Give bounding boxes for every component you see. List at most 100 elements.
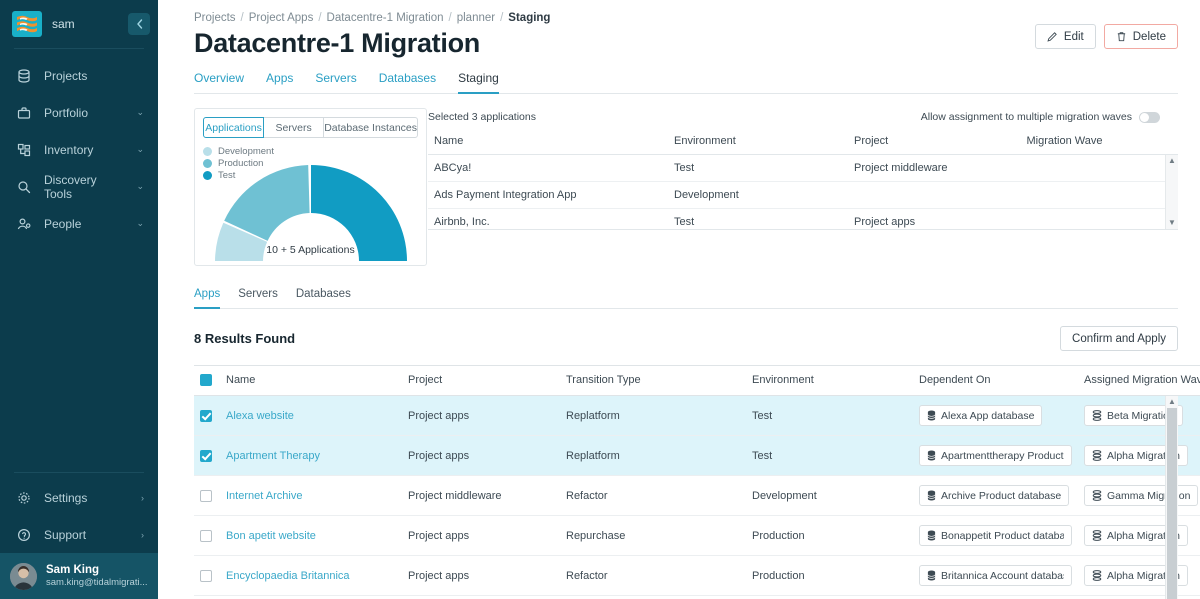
sidebar-collapse-button[interactable] (128, 13, 150, 35)
sidebar-item-support[interactable]: Support › (0, 516, 158, 553)
chart-center-label: 10 + 5 Applications (266, 244, 355, 256)
people-icon (16, 216, 32, 232)
selected-applications-toolbar: Selected 3 applications Allow assignment… (428, 108, 1178, 126)
migration-wave-icon (1092, 450, 1102, 461)
dependency-pill[interactable]: Apartmenttherapy Product data (919, 445, 1072, 467)
sidebar-item-inventory[interactable]: Inventory ⌄ (0, 131, 158, 168)
migration-wave-icon (1092, 570, 1102, 581)
trash-icon (1117, 32, 1125, 42)
legend-label: Development (218, 145, 274, 157)
multi-wave-toggle[interactable] (1139, 111, 1160, 123)
dependency-pill[interactable]: Alexa App database (919, 405, 1043, 427)
sidebar-item-label: People (44, 216, 82, 231)
cell-select (194, 515, 220, 557)
cell-name: Apartment Therapy (220, 435, 402, 477)
delete-button[interactable]: Delete (1103, 24, 1178, 49)
cell-dependent-on: Archive Product database (913, 475, 1078, 517)
apps-grid-scrollbar[interactable]: ▲ (1165, 396, 1178, 599)
confirm-and-apply-button[interactable]: Confirm and Apply (1060, 326, 1178, 351)
sidebar-item-discovery-tools[interactable]: Discovery Tools ⌄ (0, 168, 158, 205)
table-row[interactable]: Bon apetit website Project apps Repurcha… (194, 515, 1200, 557)
row-checkbox[interactable] (200, 529, 212, 542)
app-link[interactable]: Encyclopaedia Britannica (226, 570, 350, 582)
edit-button[interactable]: Edit (1034, 24, 1096, 49)
sidebar-item-people[interactable]: People ⌄ (0, 205, 158, 242)
dependency-pill[interactable]: Archive Product database (919, 485, 1070, 507)
tab-overview[interactable]: Overview (194, 71, 244, 94)
pencil-icon (1047, 32, 1057, 42)
row-checkbox[interactable] (200, 409, 212, 422)
subtab-apps[interactable]: Apps (194, 288, 221, 309)
table-row[interactable]: Ads Payment Integration App Development (428, 181, 1178, 209)
scroll-up-icon[interactable]: ▲ (1168, 155, 1176, 167)
app-link[interactable]: Alexa website (226, 410, 294, 422)
app-link[interactable]: Bon apetit website (226, 530, 316, 542)
breadcrumb-separator: / (240, 12, 244, 24)
select-all-checkbox[interactable] (200, 374, 212, 387)
app-link[interactable]: Apartment Therapy (226, 450, 320, 462)
sidebar-item-projects[interactable]: Projects (0, 57, 158, 94)
cell-transition-type: Replatform (560, 435, 746, 477)
apps-grid: Name Project Transition Type Environment… (194, 364, 1200, 597)
table-row[interactable]: Internet Archive Project middleware Refa… (194, 475, 1200, 517)
dependency-pill[interactable]: Britannica Account database (919, 565, 1072, 587)
briefcase-icon (16, 105, 32, 121)
app-link[interactable]: Internet Archive (226, 490, 302, 502)
segment-database-instances[interactable]: Database Instances (323, 117, 418, 138)
sidebar-item-label: Portfolio (44, 105, 89, 120)
scrollbar-thumb[interactable] (1167, 408, 1177, 599)
table-row[interactable]: Alexa website Project apps Replatform Te… (194, 395, 1200, 437)
segment-servers[interactable]: Servers (263, 117, 325, 138)
tab-staging[interactable]: Staging (458, 71, 499, 94)
table-row[interactable]: Encyclopaedia Britannica Project apps Re… (194, 555, 1200, 597)
cell-transition-type: Refactor (560, 475, 746, 517)
tab-apps[interactable]: Apps (266, 71, 293, 94)
cell-project: Project apps (848, 208, 1021, 229)
migration-wave-icon (1092, 530, 1102, 541)
subtab-databases[interactable]: Databases (296, 288, 351, 309)
scroll-down-icon[interactable]: ▼ (1168, 217, 1176, 229)
cell-name: Airbnb, Inc. (428, 208, 668, 229)
segment-applications[interactable]: Applications (203, 117, 265, 138)
col-header-transition-type: Transition Type (560, 364, 746, 397)
row-checkbox[interactable] (200, 449, 212, 462)
tab-servers[interactable]: Servers (315, 71, 356, 94)
row-checkbox[interactable] (200, 489, 212, 502)
sidebar-item-portfolio[interactable]: Portfolio ⌄ (0, 94, 158, 131)
subtab-servers[interactable]: Servers (238, 288, 278, 309)
breadcrumb-item-projects[interactable]: Projects (194, 12, 236, 24)
scroll-up-icon[interactable]: ▲ (1166, 396, 1178, 406)
selected-table-scrollbar[interactable]: ▲ ▼ (1165, 155, 1178, 229)
breadcrumb-separator: / (448, 12, 452, 24)
cell-select (194, 435, 220, 477)
dependency-label: Britannica Account database (941, 569, 1064, 582)
table-row[interactable]: Airbnb, Inc. Test Project apps (428, 208, 1178, 229)
user-profile[interactable]: Sam King sam.king@tidalmigrati... (0, 553, 158, 599)
page-title: Datacentre-1 Migration (194, 28, 480, 58)
cell-project: Project middleware (848, 155, 1021, 182)
tab-databases[interactable]: Databases (379, 71, 436, 94)
cell-assigned-waves: Alpha Migration (1078, 555, 1200, 597)
sidebar-item-settings[interactable]: Settings › (0, 479, 158, 516)
cell-select (194, 475, 220, 517)
dependency-pill[interactable]: Bonappetit Product database (919, 525, 1072, 547)
breadcrumb-separator: / (500, 12, 504, 24)
cell-project: Project apps (402, 555, 560, 597)
dependency-label: Bonappetit Product database (941, 529, 1064, 542)
col-header-dependent-on: Dependent On (913, 364, 1078, 397)
table-row[interactable]: Apartment Therapy Project apps Replatfor… (194, 435, 1200, 477)
table-row[interactable]: ABCya! Test Project middleware (428, 155, 1178, 182)
breadcrumb-item-planner[interactable]: planner (457, 12, 495, 24)
confirm-and-apply-label: Confirm and Apply (1072, 332, 1166, 345)
projects-icon (16, 68, 32, 84)
title-row: Datacentre-1 Migration Edit Delete (194, 24, 1178, 59)
row-checkbox[interactable] (200, 569, 212, 582)
breadcrumb: Projects / Project Apps / Datacentre-1 M… (194, 0, 1178, 24)
chevron-right-icon: › (141, 529, 144, 540)
breadcrumb-item-datacentre-migration[interactable]: Datacentre-1 Migration (327, 12, 444, 24)
cell-name: Internet Archive (220, 475, 402, 517)
breadcrumb-item-project-apps[interactable]: Project Apps (249, 12, 314, 24)
cell-assigned-waves: Alpha Migration (1078, 435, 1200, 477)
breadcrumb-separator: / (318, 12, 322, 24)
migration-wave-pill[interactable]: Gamma Migration (1084, 485, 1199, 507)
